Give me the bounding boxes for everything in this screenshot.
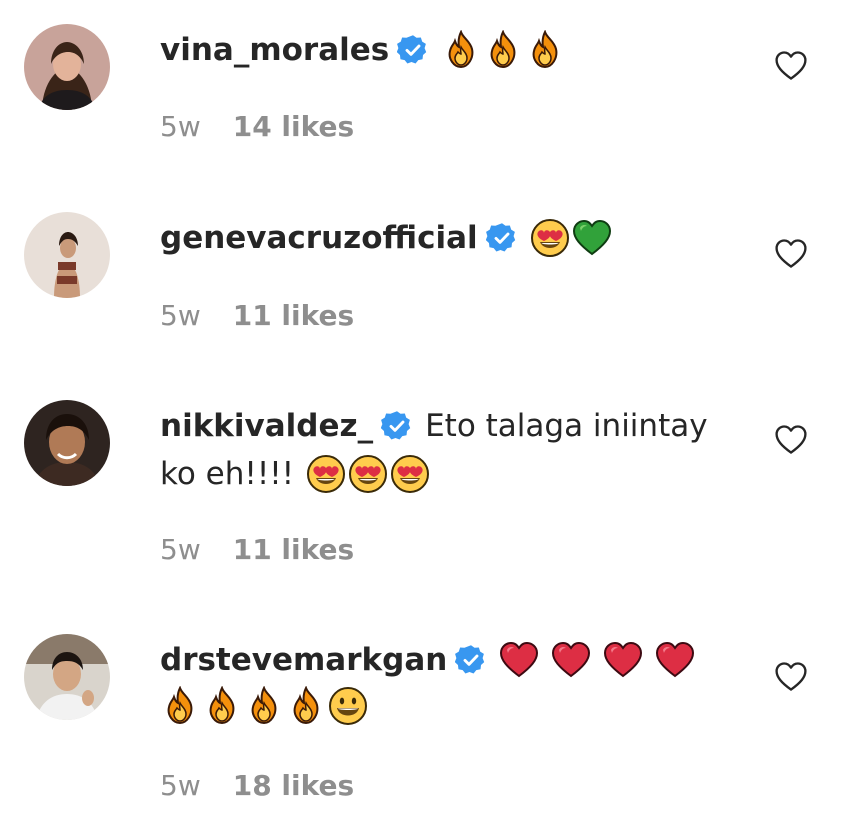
comment-body: nikkivaldez_ Eto talaga iniintay ko eh!!…: [160, 402, 750, 498]
fire-emoji-icon: [441, 30, 481, 70]
comment-body: vina_morales: [160, 26, 750, 74]
avatar[interactable]: [24, 24, 110, 110]
comment-line: genevacruzofficial: [160, 214, 750, 262]
like-comment-button[interactable]: [773, 659, 809, 695]
like-comment-button[interactable]: [773, 48, 809, 84]
like-comment-button[interactable]: [773, 422, 809, 458]
fire-emoji-icon: [525, 30, 565, 70]
comment-time[interactable]: 5w: [160, 299, 201, 332]
verified-badge-icon: [486, 222, 518, 254]
red-heart-emoji-icon: [499, 640, 539, 680]
comment-emojis: [530, 218, 612, 258]
comment-emojis: [160, 686, 368, 726]
comment-meta: 5w 18 likes: [160, 769, 354, 802]
red-heart-emoji-icon: [655, 640, 695, 680]
grinning-emoji-icon: [328, 686, 368, 726]
heart-eyes-emoji-icon: [348, 454, 388, 494]
verified-badge-icon: [397, 34, 429, 66]
comment-time[interactable]: 5w: [160, 110, 201, 143]
fire-emoji-icon: [483, 30, 523, 70]
comment-text: Eto talaga iniintay: [425, 408, 708, 444]
likes-count[interactable]: 18 likes: [233, 769, 354, 802]
heart-eyes-emoji-icon: [530, 218, 570, 258]
like-comment-button[interactable]: [773, 236, 809, 272]
comment-meta: 5w 11 likes: [160, 299, 354, 332]
comment-text: ko eh!!!!: [160, 456, 295, 492]
avatar[interactable]: [24, 400, 110, 486]
heart-eyes-emoji-icon: [306, 454, 346, 494]
fire-emoji-icon: [286, 686, 326, 726]
comment-emojis: [306, 454, 430, 494]
comment-line: [160, 686, 750, 726]
comment-meta: 5w 11 likes: [160, 533, 354, 566]
comment-body: genevacruzofficial: [160, 214, 750, 262]
avatar[interactable]: [24, 634, 110, 720]
likes-count[interactable]: 11 likes: [233, 299, 354, 332]
username-link[interactable]: vina_morales: [160, 26, 389, 74]
heart-eyes-emoji-icon: [390, 454, 430, 494]
verified-badge-icon: [455, 644, 487, 676]
comment-line: nikkivaldez_ Eto talaga iniintay: [160, 402, 750, 450]
verified-badge-icon: [381, 410, 413, 442]
username-link[interactable]: genevacruzofficial: [160, 214, 478, 262]
green-heart-emoji-icon: [572, 218, 612, 258]
comment-line: ko eh!!!!: [160, 450, 750, 498]
comment-time[interactable]: 5w: [160, 769, 201, 802]
fire-emoji-icon: [202, 686, 242, 726]
comment-line: vina_morales: [160, 26, 750, 74]
username-link[interactable]: nikkivaldez_: [160, 402, 373, 450]
comment-body: drstevemarkgan: [160, 636, 750, 726]
comment-time[interactable]: 5w: [160, 533, 201, 566]
fire-emoji-icon: [160, 686, 200, 726]
likes-count[interactable]: 14 likes: [233, 110, 354, 143]
fire-emoji-icon: [244, 686, 284, 726]
avatar[interactable]: [24, 212, 110, 298]
comment-meta: 5w 14 likes: [160, 110, 354, 143]
red-heart-emoji-icon: [603, 640, 643, 680]
comment-emojis: [441, 30, 565, 70]
comment-line: drstevemarkgan: [160, 636, 750, 684]
likes-count[interactable]: 11 likes: [233, 533, 354, 566]
red-heart-emoji-icon: [551, 640, 591, 680]
username-link[interactable]: drstevemarkgan: [160, 636, 447, 684]
comment-emojis: [499, 640, 695, 680]
